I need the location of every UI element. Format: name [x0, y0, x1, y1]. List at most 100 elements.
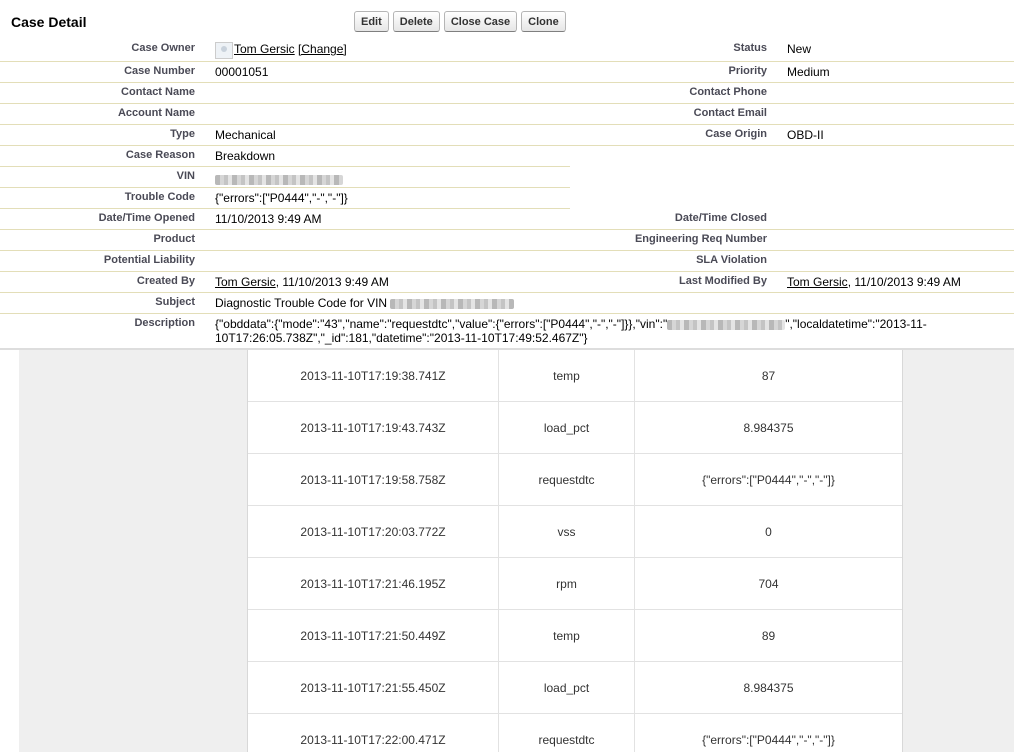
value-cell: 8.984375: [634, 661, 902, 714]
name-cell: rpm: [498, 557, 635, 610]
divider: [0, 103, 1014, 104]
status-value: New: [787, 42, 812, 56]
name-cell: load_pct: [498, 401, 635, 454]
subject-label: Subject: [155, 296, 195, 308]
created-by-link[interactable]: Tom Gersic: [215, 275, 276, 289]
contact-name-label: Contact Name: [121, 86, 195, 98]
timestamp-cell: 2013-11-10T17:19:38.741Z: [248, 350, 499, 402]
case-owner-value: Tom Gersic [Change]: [234, 42, 347, 56]
table-row: 2013-11-10T17:21:50.449Z temp 89: [248, 609, 902, 662]
divider: [0, 166, 570, 167]
date-opened-label: Date/Time Opened: [98, 212, 195, 224]
eng-req-label: Engineering Req Number: [634, 233, 767, 245]
table-row: 2013-11-10T17:19:38.741Z temp 87: [248, 350, 902, 402]
case-detail-header: Case Detail Edit Delete Close Case Clone: [0, 0, 1014, 40]
value-cell: {"errors":["P0444","-","-"]}: [634, 713, 902, 752]
divider: [0, 250, 1014, 251]
case-owner-link[interactable]: Tom Gersic: [234, 42, 295, 56]
status-label: Status: [733, 42, 767, 54]
table-row: 2013-11-10T17:22:00.471Z requestdtc {"erro…: [248, 713, 902, 752]
name-cell: temp: [498, 350, 635, 402]
value-cell: 89: [634, 609, 902, 662]
trouble-code-label: Trouble Code: [124, 191, 195, 203]
divider: [0, 208, 570, 209]
action-buttons: Edit Delete Close Case Clone: [354, 11, 566, 32]
vin-label: VIN: [176, 170, 195, 182]
sla-violation-label: SLA Violation: [696, 254, 767, 266]
obd-data-table: 2013-11-10T17:19:38.741Z temp 87 2013-11-10…: [248, 350, 902, 752]
case-number-label: Case Number: [124, 65, 195, 77]
created-by-label: Created By: [136, 275, 195, 287]
divider: [0, 187, 570, 188]
subject-text: Diagnostic Trouble Code for VIN: [215, 296, 388, 310]
description-text-1: {"obddata":{"mode":"43","name":"requestd…: [215, 317, 668, 331]
divider: [0, 82, 1014, 83]
name-cell: requestdtc: [498, 453, 635, 506]
value-cell: {"errors":["P0444","-","-"]}: [634, 453, 902, 506]
divider: [0, 145, 1014, 146]
table-row: 2013-11-10T17:19:43.743Z load_pct 8.984375: [248, 401, 902, 454]
divider: [0, 313, 1014, 314]
timestamp-cell: 2013-11-10T17:22:00.471Z: [248, 713, 499, 752]
date-opened-value: 11/10/2013 9:49 AM: [215, 212, 322, 226]
table-row: 2013-11-10T17:21:55.450Z load_pct 8.984375: [248, 661, 902, 714]
close-case-button[interactable]: Close Case: [443, 11, 518, 32]
divider: [0, 61, 1014, 62]
vin-value: [215, 172, 343, 186]
case-number-value: 00001051: [215, 65, 269, 79]
description-value: {"obddata":{"mode":"43","name":"requestd…: [215, 317, 975, 345]
case-reason-value: Breakdown: [215, 149, 276, 163]
case-owner-label: Case Owner: [131, 42, 195, 54]
value-cell: 8.984375: [634, 401, 902, 454]
name-cell: temp: [498, 609, 635, 662]
type-label: Type: [170, 128, 195, 140]
last-modified-value: Tom Gersic, 11/10/2013 9:49 AM: [787, 275, 961, 289]
timestamp-cell: 2013-11-10T17:20:03.772Z: [248, 505, 499, 558]
description-label: Description: [134, 317, 195, 329]
divider: [0, 124, 1014, 125]
timestamp-cell: 2013-11-10T17:21:50.449Z: [248, 609, 499, 662]
table-row: 2013-11-10T17:21:46.195Z rpm 704: [248, 557, 902, 610]
last-modified-date: , 11/10/2013 9:49 AM: [847, 275, 961, 289]
timestamp-cell: 2013-11-10T17:21:46.195Z: [248, 557, 499, 610]
case-origin-label: Case Origin: [705, 128, 767, 140]
clone-button[interactable]: Clone: [521, 11, 566, 32]
page-title: Case Detail: [11, 14, 87, 30]
last-modified-label: Last Modified By: [678, 275, 767, 287]
delete-button[interactable]: Delete: [392, 11, 440, 32]
timestamp-cell: 2013-11-10T17:21:55.450Z: [248, 661, 499, 714]
product-label: Product: [153, 233, 195, 245]
divider: [0, 292, 1014, 293]
last-modified-link[interactable]: Tom Gersic: [787, 275, 848, 289]
date-closed-label: Date/Time Closed: [674, 212, 767, 224]
case-origin-value: OBD-II: [787, 128, 824, 142]
divider: [0, 229, 1014, 230]
account-name-label: Account Name: [117, 107, 195, 119]
redacted-vin: [215, 174, 343, 185]
owner-avatar: [215, 42, 233, 59]
edit-button[interactable]: Edit: [354, 11, 389, 32]
created-by-value: Tom Gersic, 11/10/2013 9:49 AM: [215, 275, 389, 289]
type-value: Mechanical: [215, 128, 276, 142]
priority-value: Medium: [787, 65, 830, 79]
obd-data-frame[interactable]: 2013-11-10T17:19:38.741Z temp 87 2013-11-10…: [19, 350, 1014, 752]
subject-value: Diagnostic Trouble Code for VIN: [215, 296, 515, 310]
case-reason-label: Case Reason: [125, 149, 195, 161]
created-by-date: , 11/10/2013 9:49 AM: [275, 275, 389, 289]
priority-label: Priority: [728, 65, 767, 77]
name-cell: vss: [498, 505, 635, 558]
trouble-code-value: {"errors":["P0444","-","-"]}: [215, 191, 348, 205]
change-owner-link[interactable]: [Change]: [298, 42, 347, 56]
value-cell: 0: [634, 505, 902, 558]
table-row: 2013-11-10T17:19:58.758Z requestdtc {"erro…: [248, 453, 902, 506]
name-cell: requestdtc: [498, 713, 635, 752]
timestamp-cell: 2013-11-10T17:19:58.758Z: [248, 453, 499, 506]
redacted-vin: [390, 298, 515, 309]
table-row: 2013-11-10T17:20:03.772Z vss 0: [248, 505, 902, 558]
timestamp-cell: 2013-11-10T17:19:43.743Z: [248, 401, 499, 454]
contact-phone-label: Contact Phone: [689, 86, 767, 98]
value-cell: 87: [634, 350, 902, 402]
name-cell: load_pct: [498, 661, 635, 714]
contact-email-label: Contact Email: [693, 107, 767, 119]
obd-data-panel: 2013-11-10T17:19:38.741Z temp 87 2013-11-10…: [247, 350, 903, 752]
